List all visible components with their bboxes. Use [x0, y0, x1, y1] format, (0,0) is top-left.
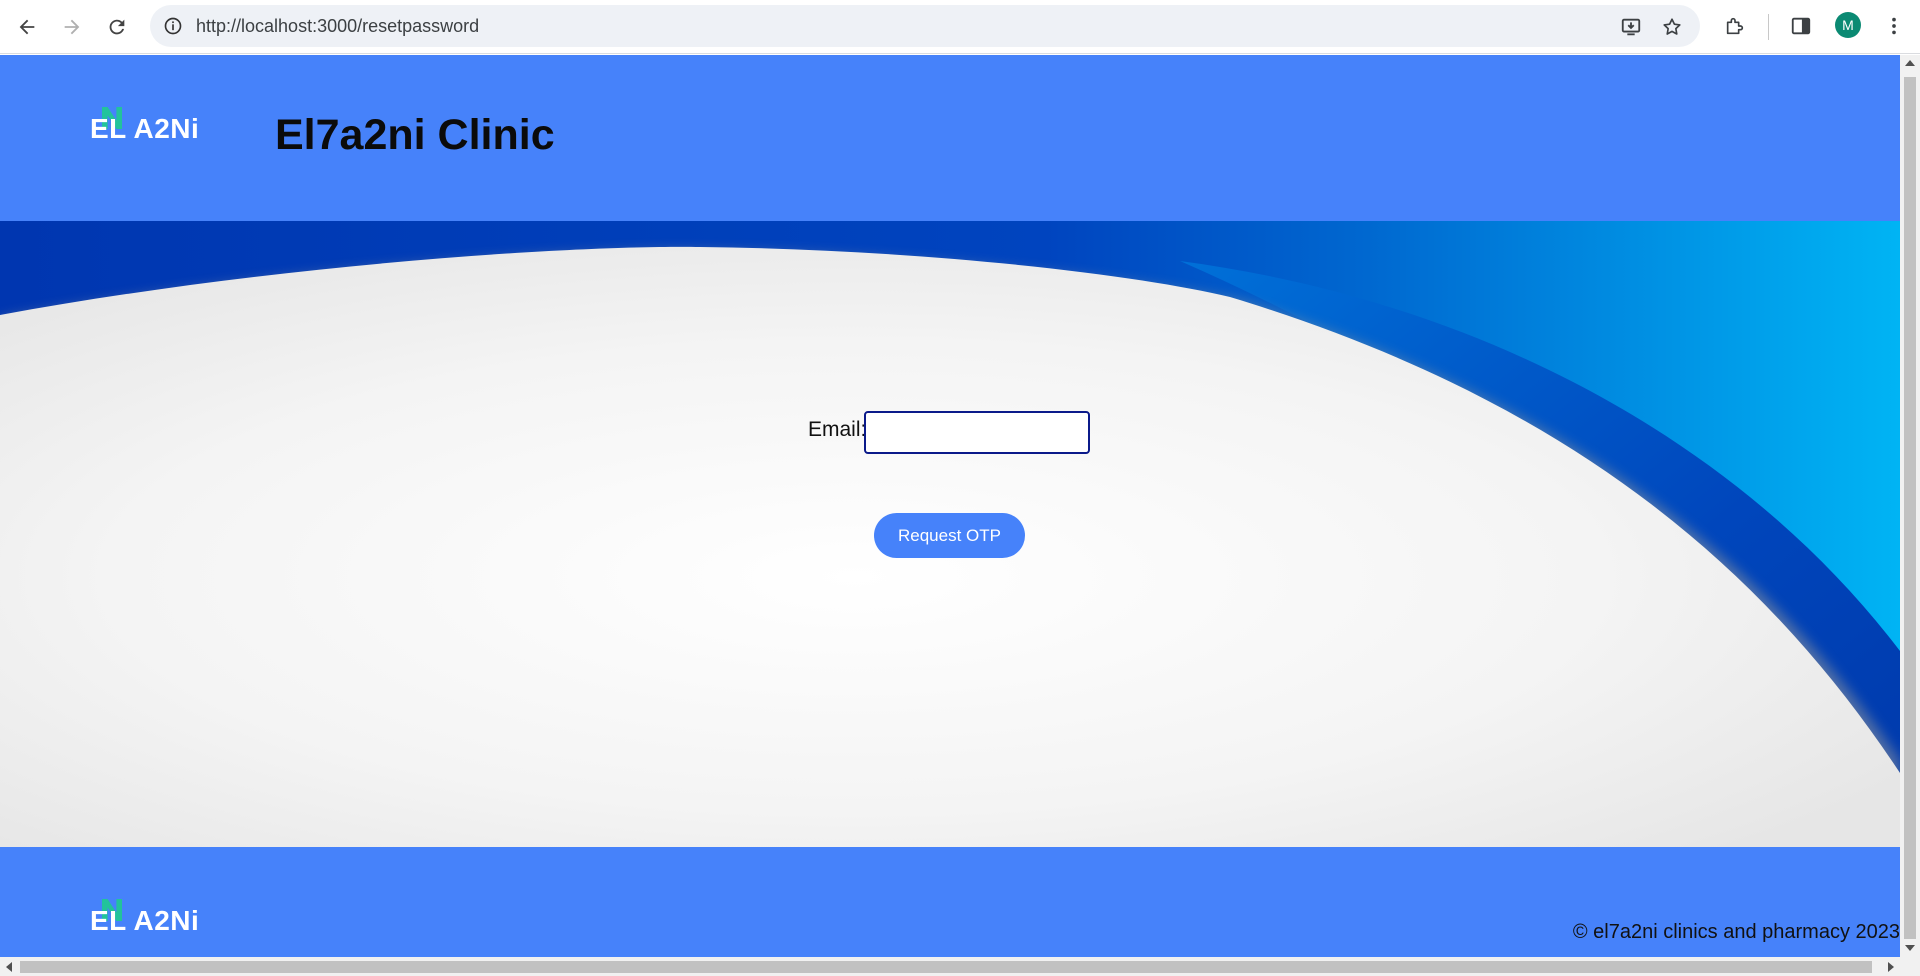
url-text[interactable]: http://localhost:3000/resetpassword [196, 16, 479, 37]
vertical-scrollbar[interactable] [1900, 55, 1920, 957]
kebab-menu-icon[interactable] [1879, 11, 1909, 41]
page-viewport: EL A2Ni El7a2ni Clinic Email: Request OT… [0, 55, 1900, 957]
site-header: EL A2Ni El7a2ni Clinic [0, 55, 1900, 221]
arrow-right-icon [64, 19, 80, 35]
site-footer: EL A2Ni © el7a2ni clinics and pharmacy 2… [0, 847, 1900, 957]
toolbar-divider [1768, 14, 1769, 40]
forward-button[interactable] [52, 7, 92, 47]
back-button[interactable] [7, 7, 47, 47]
address-bar[interactable]: http://localhost:3000/resetpassword [150, 5, 1700, 47]
logo-text: EL A2Ni [90, 905, 200, 936]
copyright-text: © el7a2ni clinics and pharmacy 2023 [1572, 921, 1900, 943]
email-field[interactable] [864, 411, 1090, 454]
header-logo[interactable]: EL A2Ni [90, 107, 200, 157]
horizontal-scroll-thumb[interactable] [20, 961, 1872, 973]
scroll-up-icon[interactable] [1905, 60, 1915, 66]
request-otp-button[interactable]: Request OTP [874, 513, 1025, 558]
vertical-scroll-thumb[interactable] [1904, 77, 1916, 939]
profile-avatar[interactable]: M [1835, 12, 1861, 38]
logo-text: EL A2Ni [90, 113, 200, 144]
install-app-icon[interactable] [1618, 14, 1644, 40]
side-panel-icon[interactable] [1786, 11, 1816, 41]
hero-background: Email: Request OTP [0, 221, 1900, 847]
info-icon[interactable] [162, 15, 184, 37]
reload-button[interactable] [97, 7, 137, 47]
puzzle-icon[interactable] [1720, 11, 1750, 41]
arrow-left-icon [19, 19, 35, 35]
footer-logo[interactable]: EL A2Ni [90, 899, 200, 949]
browser-toolbar: http://localhost:3000/resetpassword M [0, 0, 1920, 54]
star-icon[interactable] [1659, 14, 1685, 40]
scroll-left-icon[interactable] [6, 962, 12, 972]
scrollbar-corner [1900, 957, 1920, 976]
horizontal-scrollbar[interactable] [0, 957, 1900, 976]
page-title: El7a2ni Clinic [275, 111, 555, 159]
scroll-right-icon[interactable] [1888, 962, 1894, 972]
email-label: Email: [808, 418, 867, 441]
scroll-down-icon[interactable] [1905, 945, 1915, 951]
reload-icon [109, 19, 125, 35]
